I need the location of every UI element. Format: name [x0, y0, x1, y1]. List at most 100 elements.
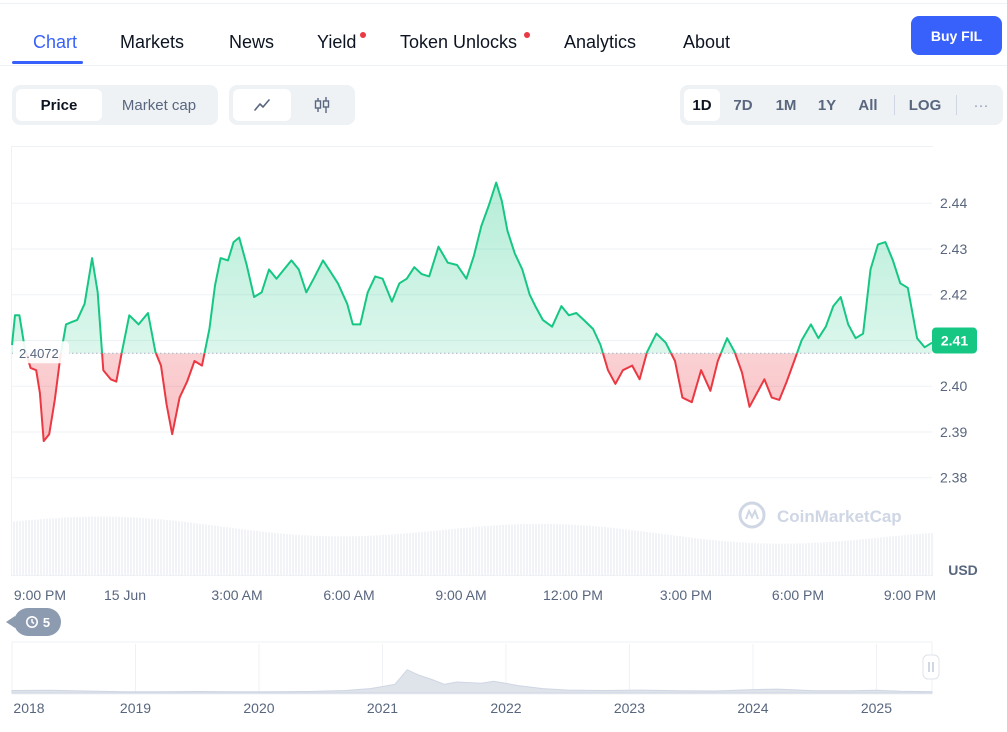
volume-bar: [928, 533, 930, 575]
volume-bar: [223, 526, 225, 575]
volume-bar: [745, 542, 747, 575]
volume-bar: [637, 530, 639, 575]
volume-bar: [904, 535, 906, 575]
volume-bar: [772, 543, 774, 575]
volume-bar: [820, 542, 822, 575]
x-tick-label: 9:00 PM: [884, 587, 936, 603]
x-tick-label: 6:00 AM: [323, 587, 374, 603]
volume-bar: [700, 538, 702, 575]
volume-bar: [541, 523, 543, 575]
volume-bar: [97, 516, 99, 575]
volume-bar: [769, 543, 771, 575]
volume-bar: [88, 516, 90, 575]
volume-bar: [61, 517, 63, 575]
volume-bar: [232, 528, 234, 575]
volume-bar: [859, 539, 861, 575]
volume-bar: [730, 541, 732, 575]
volume-bar: [439, 530, 441, 575]
volume-bar: [919, 533, 921, 575]
volume-bar: [457, 528, 459, 575]
volume-bar: [205, 524, 207, 575]
volume-bar: [154, 518, 156, 575]
volume-bar: [916, 534, 918, 575]
volume-bar: [256, 531, 258, 575]
range-navigator[interactable]: 2018 2019 2020 2021 2022 2023 2024 2025: [0, 638, 1007, 732]
volume-bar: [148, 518, 150, 575]
volume-bar: [682, 536, 684, 575]
volume-bar: [790, 543, 792, 575]
y-tick-label: 2.38: [940, 470, 967, 486]
history-count: 5: [42, 614, 51, 630]
volume-bar: [115, 516, 117, 575]
volume-bar: [841, 541, 843, 575]
volume-bar: [418, 532, 420, 575]
volume-bar: [421, 531, 423, 575]
volume-bar: [892, 536, 894, 575]
volume-bar: [157, 519, 159, 575]
volume-bar: [559, 524, 561, 575]
volume-bar: [52, 518, 54, 575]
volume-bar: [469, 527, 471, 575]
volume-bar: [874, 538, 876, 575]
coinmarketcap-watermark: CoinMarketCap: [738, 501, 902, 529]
navigator-year-label: 2018: [13, 700, 44, 716]
volume-bar: [238, 528, 240, 575]
volume-bar: [346, 536, 348, 575]
volume-bar: [409, 533, 411, 575]
volume-bar: [76, 516, 78, 575]
volume-bar: [271, 532, 273, 575]
volume-bar: [139, 517, 141, 575]
volume-bar: [289, 534, 291, 575]
volume-bar: [19, 520, 21, 575]
volume-bar: [574, 524, 576, 575]
volume-bar: [142, 517, 144, 575]
volume-bar: [913, 534, 915, 575]
volume-bar: [385, 534, 387, 575]
volume-bar: [550, 523, 552, 575]
volume-bar: [856, 539, 858, 575]
volume-bar: [670, 535, 672, 575]
volume-bar: [736, 542, 738, 575]
volume-bar: [82, 516, 84, 575]
volume-bar: [754, 543, 756, 575]
volume-bar: [466, 527, 468, 575]
volume-bar: [376, 535, 378, 575]
volume-bar: [715, 540, 717, 575]
volume-bar: [844, 540, 846, 575]
currency-label: USD: [948, 562, 978, 578]
volume-bar: [352, 536, 354, 575]
volume-bar: [508, 524, 510, 575]
volume-bar: [496, 525, 498, 575]
volume-bar: [667, 534, 669, 575]
volume-bar: [511, 524, 513, 575]
volume-bar: [472, 527, 474, 575]
volume-bar: [322, 536, 324, 575]
volume-bar: [787, 543, 789, 575]
volume-bar: [796, 543, 798, 575]
volume-bar: [778, 543, 780, 575]
price-chart[interactable]: CoinMarketCap 2.4072 2.44 2.43 2.42 2.41 2.4…: [0, 0, 1007, 606]
volume-bar: [655, 533, 657, 575]
navigator-handle[interactable]: [922, 654, 940, 680]
volume-bar: [811, 542, 813, 575]
volume-bar: [298, 534, 300, 575]
history-badge[interactable]: 5: [6, 608, 61, 636]
volume-bar: [382, 535, 384, 575]
volume-bar: [544, 523, 546, 575]
volume-bar: [259, 531, 261, 575]
volume-bar: [922, 533, 924, 575]
volume-bar: [43, 518, 45, 575]
volume-bar: [217, 526, 219, 575]
volume-bar: [931, 532, 933, 575]
volume-bar: [49, 518, 51, 575]
volume-bar: [163, 519, 165, 575]
navigator-year-label: 2024: [737, 700, 768, 716]
volume-bar: [766, 543, 768, 575]
volume-bar: [490, 525, 492, 575]
volume-bar: [301, 535, 303, 575]
x-tick-label: 15 Jun: [104, 587, 146, 603]
volume-bar: [334, 536, 336, 575]
volume-bar: [718, 540, 720, 575]
volume-bar: [58, 517, 60, 575]
volume-bar: [343, 536, 345, 575]
